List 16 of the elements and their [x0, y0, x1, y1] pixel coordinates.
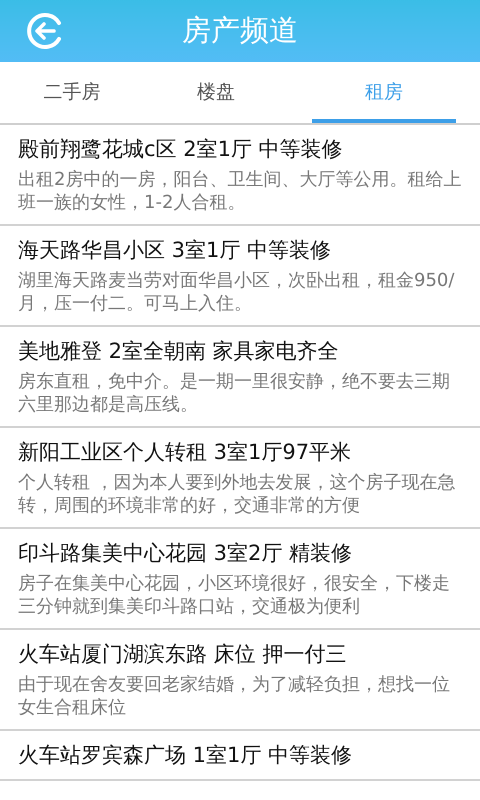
tab[interactable]: 楼盘 — [144, 62, 288, 123]
listing-description: 出租2房中的一房，阳台、卫生间、大厅等公用。租给上班一族的女性，1-2人合租。 — [18, 168, 462, 214]
listing-title[interactable]: 火车站罗宾森广场 1室1厅 中等装修 — [18, 741, 466, 769]
tab[interactable]: 二手房 — [0, 62, 144, 123]
listing-description: 房子在集美中心花园，小区环境很好，很安全，下楼走三分钟就到集美印斗路口站，交通极为便利 — [18, 572, 451, 618]
listing-title[interactable]: 美地雅登 2室全朝南 家具家电齐全 — [18, 337, 466, 365]
listing-title[interactable]: 火车站厦门湖滨东路 床位 押一付三 — [18, 640, 466, 668]
listing-description: 房东直租，免中介。是一期一里很安静，绝不要去三期六里那边都是高压线。 — [18, 370, 451, 416]
listing-title[interactable]: 海天路华昌小区 3室1厅 中等装修 — [18, 236, 466, 264]
listing-description: 由于现在舍友要回老家结婚，为了减轻负担，想找一位女生合租床位 — [18, 673, 451, 719]
listing-description: 个人转租 ，因为本人要到外地去发展，这个房子现在急转，周围的环境非常的好，交通非常的方便 — [18, 471, 457, 517]
listing-title[interactable]: 殿前翔鹭花城c区 2室1厅 中等装修 — [18, 135, 466, 163]
listing-title[interactable]: 新阳工业区个人转租 3室1厅97平米 — [18, 438, 466, 466]
listing-description: 湖里海天路麦当劳对面华昌小区，次卧出租，租金950/月，压一付二。可马上入住。 — [18, 269, 456, 315]
listing-title[interactable]: 印斗路集美中心花园 3室2厅 精装修 — [18, 539, 466, 567]
header-title: 房产频道 — [182, 12, 298, 50]
